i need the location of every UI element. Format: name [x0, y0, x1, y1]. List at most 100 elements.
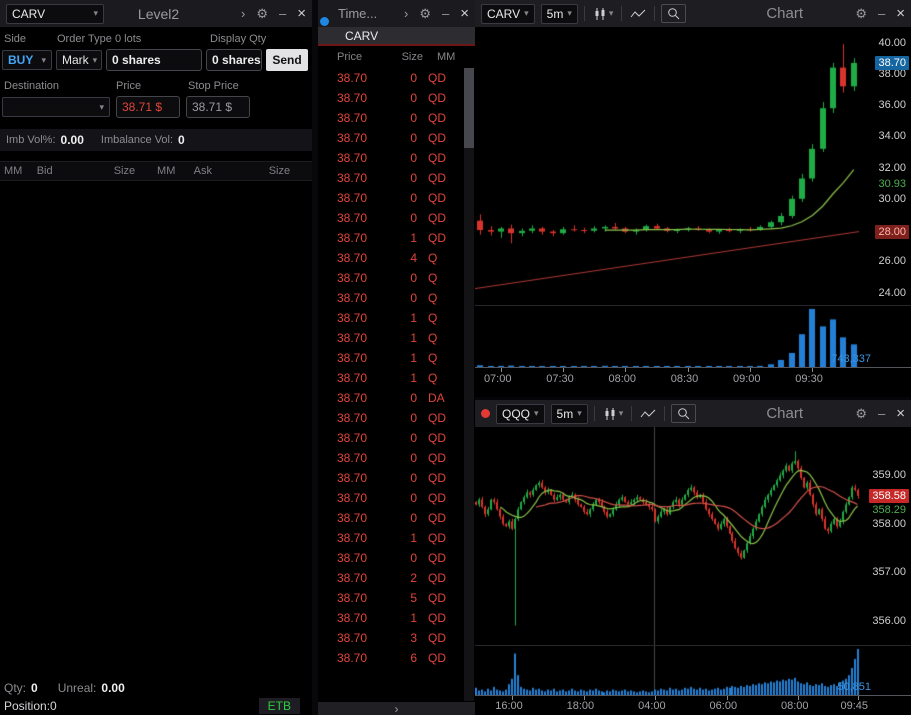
tape-row: 38.70 6 QD: [337, 651, 446, 665]
candlestick-canvas[interactable]: [475, 427, 911, 645]
price-chart[interactable]: 359.00 358.00 357.00 356.00 358.58 358.29: [475, 427, 911, 645]
tape-row: 38.70 1 Q: [337, 311, 438, 325]
link-indicator[interactable]: [320, 17, 329, 26]
unreal-label: Unreal:: [57, 681, 97, 695]
price-label: Price: [116, 80, 142, 92]
chevron-down-icon: ▾: [524, 8, 529, 18]
gear-icon[interactable]: ⚙: [855, 407, 867, 420]
link-indicator[interactable]: [481, 409, 490, 418]
col-mm-bid: MM: [4, 165, 23, 177]
chart-window-carv: CARV ▾ 5m ▾ ▾ Chart ⚙ – × 40.00 38.00 36…: [475, 0, 911, 397]
window-title: Level2: [137, 5, 180, 22]
tape-row: 38.70 0 QD: [337, 451, 446, 465]
lots-label: 0 lots: [115, 33, 142, 45]
display-qty-label: Display Qty: [210, 33, 267, 45]
destination-select[interactable]: ▾: [2, 97, 110, 117]
trading-workspace: CARV ▾ Level2 › ⚙ – × Side Order Type 0 …: [0, 0, 911, 715]
timeframe-select[interactable]: 5m ▾: [540, 3, 578, 24]
stop-price-input[interactable]: 38.71 $: [186, 96, 250, 118]
unreal-value: 0.00: [101, 681, 125, 695]
book-column-headers: MM Bid Size MM Ask Size: [0, 161, 312, 181]
chart-symbol-select[interactable]: CARV ▾: [481, 3, 535, 24]
tape-row: 38.70 3 QD: [337, 631, 446, 645]
close-button[interactable]: ×: [460, 6, 469, 21]
gear-icon[interactable]: ⚙: [419, 7, 431, 20]
tape-bottom-bar[interactable]: ›: [318, 702, 475, 715]
line-chart-button[interactable]: [628, 6, 648, 22]
volume-chart[interactable]: 743,337: [475, 305, 911, 367]
price-input[interactable]: 38.71 $: [116, 96, 180, 118]
chevron-down-icon: ▾: [618, 408, 624, 418]
tape-row: 38.70 0 QD: [337, 211, 446, 225]
order-type-select[interactable]: Mark ▾: [56, 50, 102, 70]
level2-titlebar: CARV ▾ Level2 › ⚙ – ×: [0, 0, 312, 27]
close-button[interactable]: ×: [297, 6, 306, 21]
timeframe-value: 5m: [546, 6, 564, 21]
tape-scrollbar[interactable]: [464, 68, 474, 701]
timeframe-value: 5m: [556, 406, 574, 421]
minimize-button[interactable]: –: [442, 7, 449, 20]
gear-icon[interactable]: ⚙: [256, 7, 268, 20]
time-tick-mark: [750, 368, 751, 372]
chart-symbol-value: QQQ: [502, 406, 531, 421]
volume-chart[interactable]: 50,851: [475, 645, 911, 695]
candlestick-canvas[interactable]: [475, 27, 911, 305]
minimize-button[interactable]: –: [878, 7, 885, 20]
tape-row: 38.70 1 Q: [337, 331, 438, 345]
chart-type-button[interactable]: ▾: [591, 5, 616, 23]
scroll-right-icon[interactable]: ›: [395, 703, 399, 715]
time-tick-mark: [625, 368, 626, 372]
tape-row: 38.70 0 QD: [337, 411, 446, 425]
tape-row: 38.70 0 QD: [337, 191, 446, 205]
col-mm-ask: MM: [157, 165, 176, 177]
time-sales-titlebar: Time... › ⚙ – ×: [318, 0, 475, 27]
close-button[interactable]: ×: [896, 6, 905, 21]
time-axis: 07:00 07:30 08:00 08:30 09:00 09:30: [475, 367, 911, 392]
tape-row: 38.70 1 QD: [337, 231, 446, 245]
minimize-button[interactable]: –: [279, 7, 286, 20]
line-chart-button[interactable]: [638, 406, 658, 422]
tape-row: 38.70 0 QD: [337, 491, 446, 505]
send-button[interactable]: Send: [266, 49, 308, 71]
magnifier-icon: [678, 408, 690, 420]
tape-row: 38.70 0 Q: [337, 271, 438, 285]
volume-readout: 50,851: [837, 681, 871, 693]
tape-row: 38.70 1 Q: [337, 371, 438, 385]
symbol-select[interactable]: CARV ▾: [6, 3, 104, 24]
time-tick-label: 08:00: [780, 700, 809, 712]
window-title: Chart: [766, 405, 803, 422]
timeframe-select[interactable]: 5m ▾: [550, 403, 588, 424]
display-qty-input[interactable]: 0 shares: [206, 49, 262, 71]
order-type-label: Order Type: [57, 33, 112, 45]
chevron-right-icon[interactable]: ›: [241, 7, 245, 20]
time-tick-label: 04:00: [638, 700, 666, 712]
volume-readout: 743,337: [831, 353, 871, 365]
scrollbar-thumb[interactable]: [464, 68, 474, 148]
price-chart[interactable]: 40.00 38.00 36.00 34.00 32.00 30.00 28.00 26.00…: [475, 27, 911, 305]
chart-symbol-select[interactable]: QQQ ▾: [496, 403, 545, 424]
destination-controls: ▾ 38.71 $ 38.71 $: [0, 95, 312, 121]
minimize-button[interactable]: –: [878, 407, 885, 420]
chevron-down-icon: ▾: [608, 8, 614, 18]
time-tick-mark: [688, 368, 689, 372]
chevron-down-icon: ▾: [99, 101, 104, 112]
time-sales-window: Time... › ⚙ – × CARV Price Size MM 38.70…: [318, 0, 475, 715]
side-value: BUY: [8, 53, 34, 67]
zoom-button[interactable]: [671, 404, 697, 423]
col-ask: Ask: [193, 165, 212, 177]
tape-row: 38.70 0 QD: [337, 511, 446, 525]
side-select[interactable]: BUY ▾: [2, 50, 52, 70]
symbol-value: CARV: [12, 6, 46, 21]
tape-row: 38.70 1 Q: [337, 351, 438, 365]
zoom-button[interactable]: [661, 4, 687, 23]
destination-label: Destination: [4, 80, 60, 92]
chart-type-button[interactable]: ▾: [601, 405, 626, 423]
gear-icon[interactable]: ⚙: [855, 7, 867, 20]
close-button[interactable]: ×: [896, 406, 905, 421]
time-tick-mark: [812, 368, 813, 372]
tab-carv[interactable]: CARV: [345, 29, 378, 43]
chevron-right-icon[interactable]: ›: [404, 7, 408, 20]
tape-row: 38.70 0 QD: [337, 431, 446, 445]
shares-input[interactable]: 0 shares: [106, 49, 202, 71]
imb-pct-value: 0.00: [60, 133, 84, 147]
